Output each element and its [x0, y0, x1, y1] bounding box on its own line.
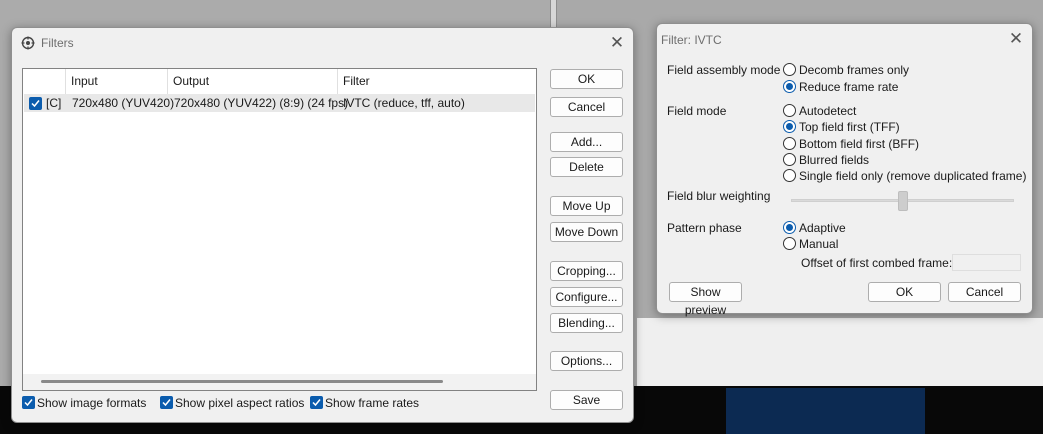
ivtc-title-bar: Filter: IVTC ✕	[657, 24, 1032, 54]
adaptive-radio[interactable]	[783, 221, 796, 234]
add-filter-button[interactable]: Add...	[550, 132, 623, 152]
ivtc-cancel-button[interactable]: Cancel	[948, 282, 1021, 302]
show-preview-button[interactable]: Show preview	[669, 282, 742, 317]
bottom-field-first-label[interactable]: Bottom field first (BFF)	[799, 137, 919, 151]
cropping-button[interactable]: Cropping...	[550, 261, 623, 281]
autodetect-radio[interactable]	[783, 104, 796, 117]
show-image-formats-checkbox[interactable]	[22, 396, 35, 409]
check-icon	[162, 399, 171, 407]
delete-filter-button[interactable]: Delete	[550, 157, 623, 177]
field-blur-weighting-slider-thumb[interactable]	[898, 191, 908, 211]
field-assembly-mode-label: Field assembly mode	[667, 63, 781, 77]
decomb-frames-only-label[interactable]: Decomb frames only	[799, 63, 909, 77]
table-row[interactable]: [C] 720x480 (YUV420) 720x480 (YUV422) (8…	[24, 94, 535, 112]
decomb-frames-only-radio[interactable]	[783, 63, 796, 76]
ivtc-ok-button[interactable]: OK	[868, 282, 941, 302]
column-header-filter[interactable]: Filter	[338, 69, 536, 94]
check-icon	[24, 399, 33, 407]
adaptive-label[interactable]: Adaptive	[799, 221, 846, 235]
column-header-check[interactable]	[23, 69, 66, 94]
column-header-input[interactable]: Input	[66, 69, 168, 94]
show-pixel-aspect-ratios-checkbox[interactable]	[160, 396, 173, 409]
show-pixel-aspect-ratios-label[interactable]: Show pixel aspect ratios	[175, 396, 304, 410]
check-icon	[31, 100, 40, 108]
filters-title: Filters	[41, 36, 74, 50]
move-up-button[interactable]: Move Up	[550, 196, 623, 216]
manual-radio[interactable]	[783, 237, 796, 250]
blending-button[interactable]: Blending...	[550, 313, 623, 333]
show-image-formats-label[interactable]: Show image formats	[37, 396, 146, 410]
blurred-fields-radio[interactable]	[783, 153, 796, 166]
filters-app-icon	[21, 36, 35, 50]
ivtc-close-icon[interactable]: ✕	[1005, 28, 1027, 50]
app-light-strip	[637, 318, 1043, 386]
bottom-field-first-radio[interactable]	[783, 137, 796, 150]
save-button[interactable]: Save	[550, 390, 623, 410]
top-field-first-radio[interactable]	[783, 120, 796, 133]
horizontal-scrollbar[interactable]	[23, 374, 536, 390]
blurred-fields-label[interactable]: Blurred fields	[799, 153, 869, 167]
filters-close-icon[interactable]: ✕	[606, 32, 628, 54]
offset-first-combed-frame-label: Offset of first combed frame:	[801, 256, 953, 270]
filter-name: IVTC (reduce, tff, auto)	[343, 96, 465, 110]
filter-enabled-checkbox[interactable]	[29, 97, 42, 110]
show-frame-rates-checkbox[interactable]	[310, 396, 323, 409]
field-mode-label: Field mode	[667, 104, 727, 118]
filters-title-bar: Filters ✕	[12, 28, 633, 58]
configure-button[interactable]: Configure...	[550, 287, 623, 307]
filter-output-format: 720x480 (YUV422) (8:9) (24 fps)	[174, 96, 349, 110]
move-down-button[interactable]: Move Down	[550, 222, 623, 242]
scrollbar-thumb[interactable]	[41, 380, 443, 383]
top-field-first-label[interactable]: Top field first (TFF)	[799, 120, 900, 134]
field-blur-weighting-label: Field blur weighting	[667, 189, 771, 203]
ivtc-title: Filter: IVTC	[661, 33, 722, 47]
reduce-frame-rate-label[interactable]: Reduce frame rate	[799, 80, 898, 94]
cancel-button[interactable]: Cancel	[550, 97, 623, 117]
ok-button[interactable]: OK	[550, 69, 623, 89]
autodetect-label[interactable]: Autodetect	[799, 104, 856, 118]
manual-label[interactable]: Manual	[799, 237, 838, 251]
filter-list[interactable]: Input Output Filter [C] 720x480 (YUV420)…	[22, 68, 537, 391]
reduce-frame-rate-radio[interactable]	[783, 80, 796, 93]
column-header-output[interactable]: Output	[168, 69, 338, 94]
options-button[interactable]: Options...	[550, 351, 623, 371]
show-frame-rates-label[interactable]: Show frame rates	[325, 396, 419, 410]
filter-flag: [C]	[46, 96, 62, 110]
offset-first-combed-frame-field[interactable]	[952, 254, 1021, 271]
single-field-only-radio[interactable]	[783, 169, 796, 182]
pattern-phase-label: Pattern phase	[667, 221, 742, 235]
video-frame-preview	[726, 388, 925, 434]
single-field-only-label[interactable]: Single field only (remove duplicated fra…	[799, 169, 1026, 183]
check-icon	[312, 399, 321, 407]
filter-input-format: 720x480 (YUV420)	[72, 96, 175, 110]
